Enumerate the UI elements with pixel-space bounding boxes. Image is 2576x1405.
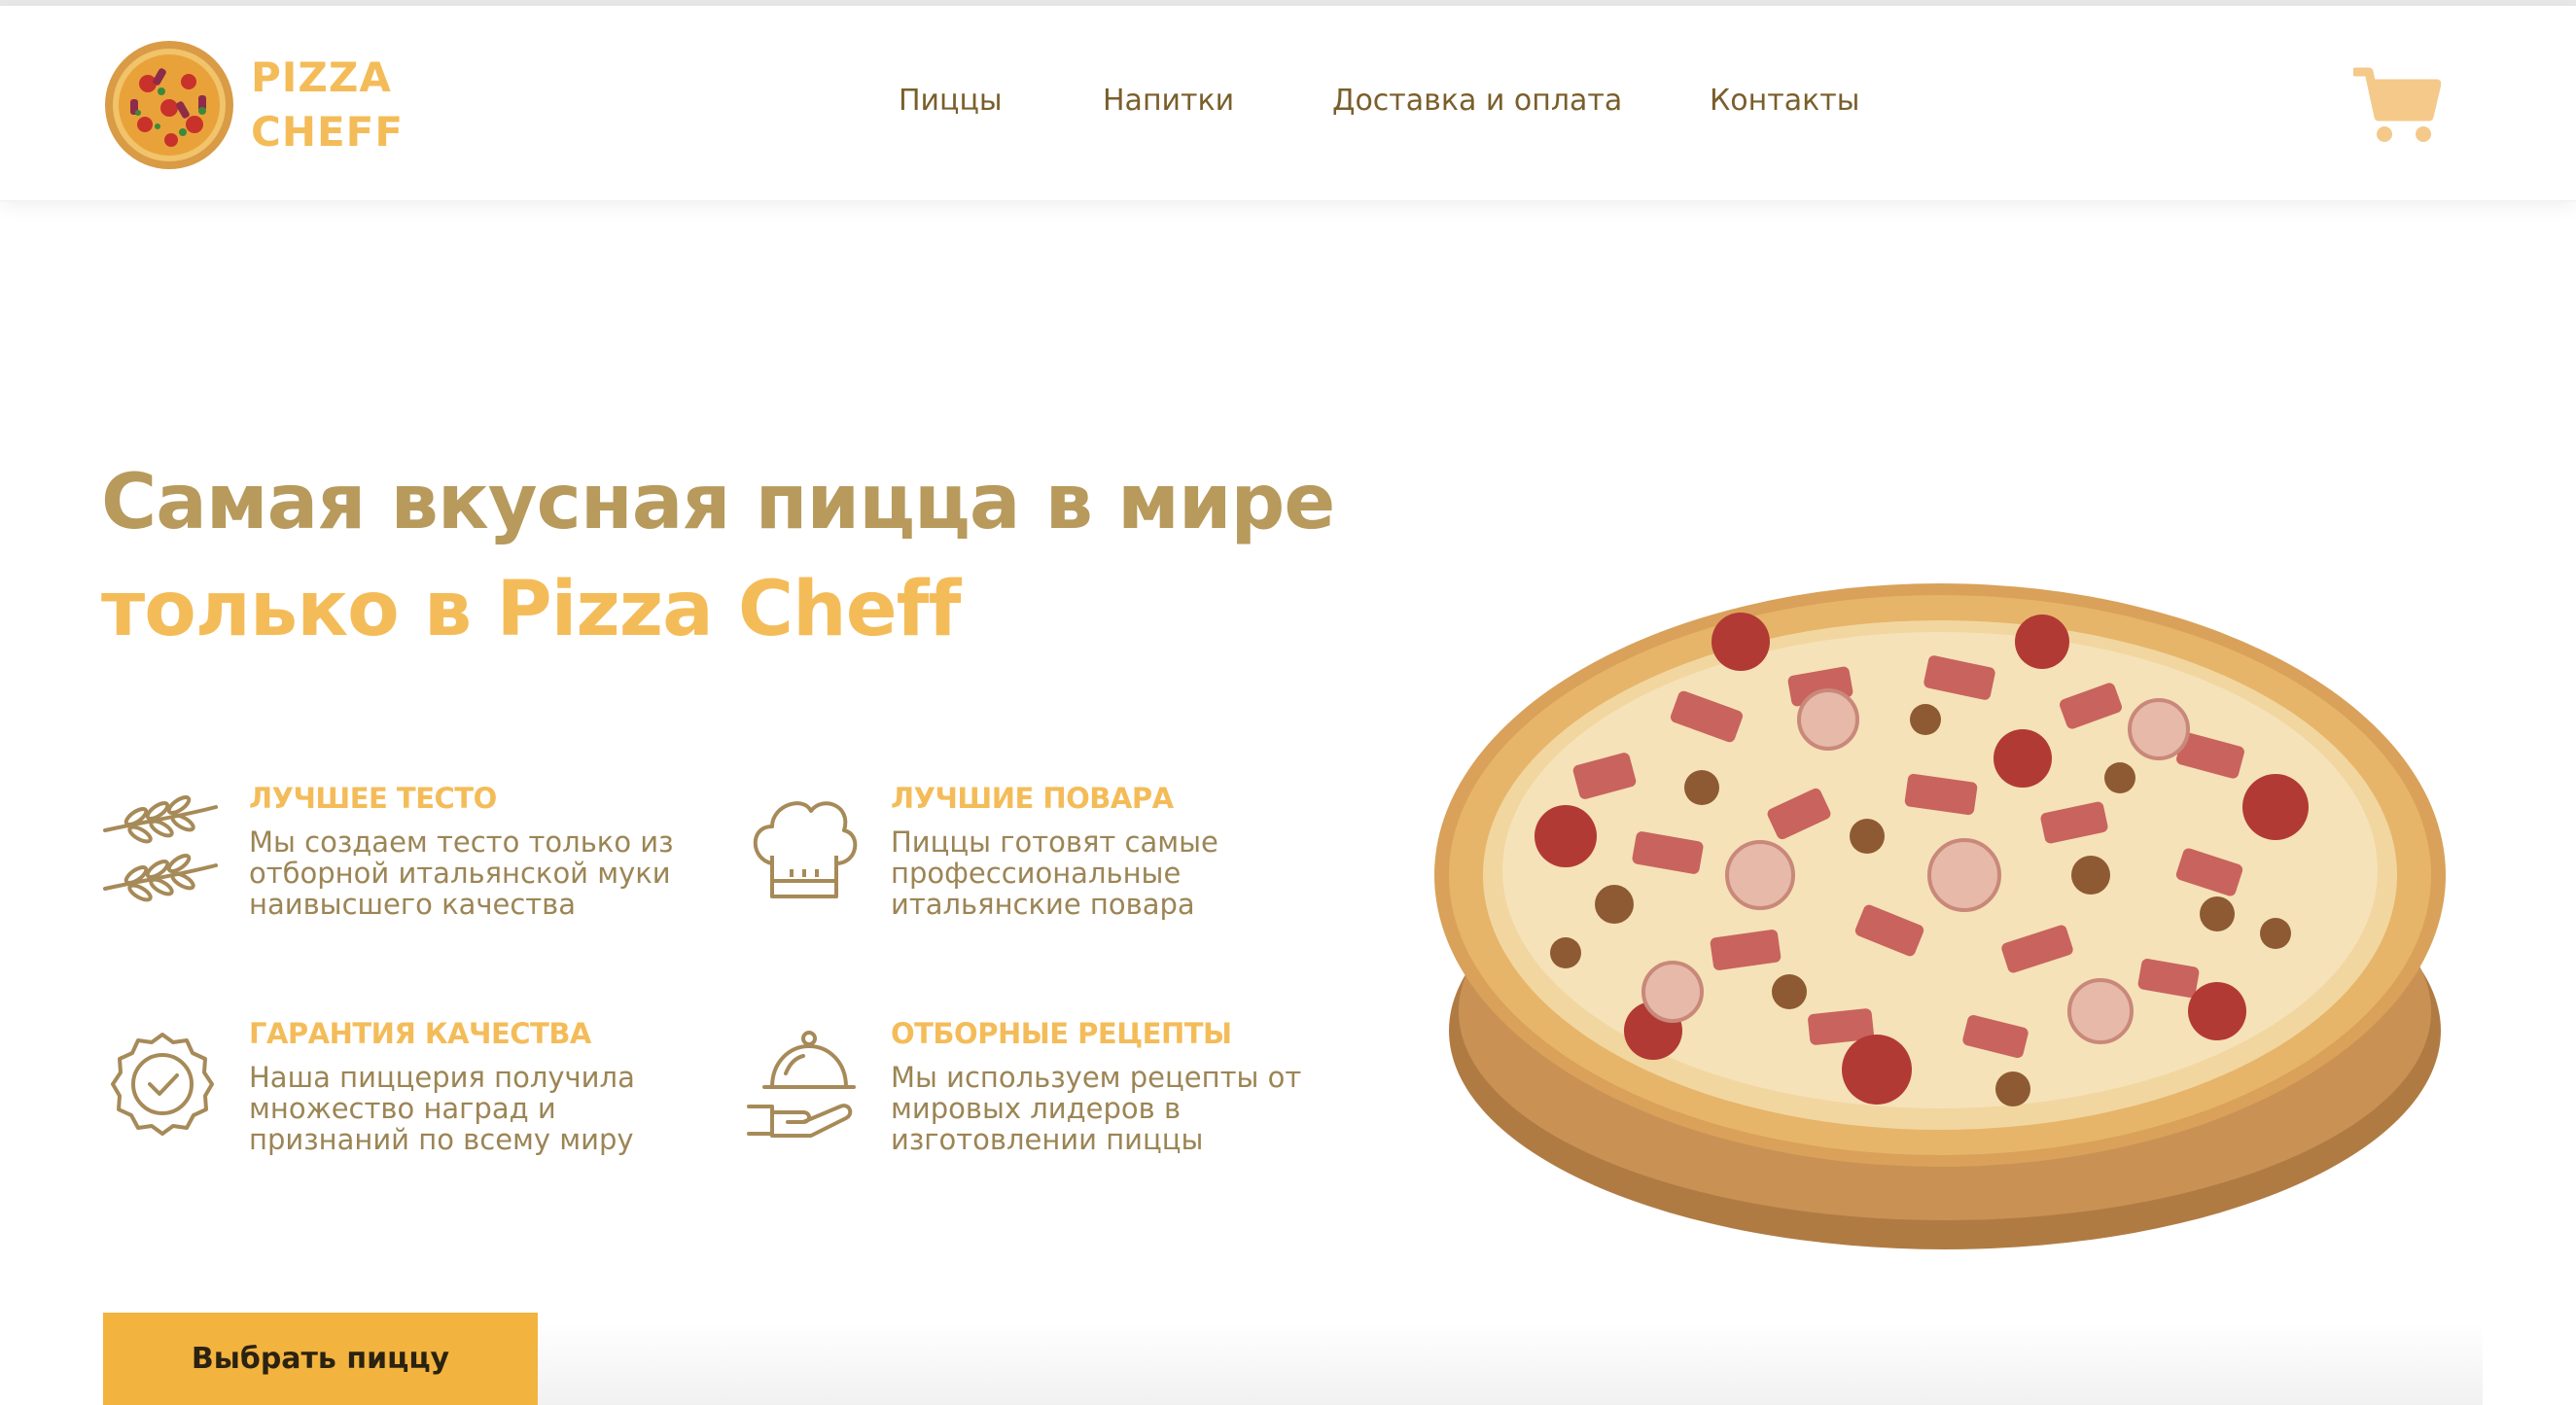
feature-best-dough: ЛУЧШЕЕ ТЕСТО Мы создаем тесто только из … xyxy=(101,782,685,953)
feature-text: Наша пиццерия получила множество наград … xyxy=(249,1061,635,1156)
hero-title-line2: только в Pizza Cheff xyxy=(101,566,961,653)
quality-badge-icon xyxy=(111,1033,214,1136)
feature-title: ОТБОРНЫЕ РЕЦЕПТЫ xyxy=(891,1017,1232,1050)
nav-item-delivery[interactable]: Доставка и оплата xyxy=(1332,84,1622,118)
nav-item-pizzas[interactable]: Пиццы xyxy=(899,84,1003,118)
nav-item-contacts[interactable]: Контакты xyxy=(1710,84,1859,118)
feature-text: Мы используем рецепты от мировых лидеров… xyxy=(891,1061,1302,1156)
choose-pizza-button[interactable]: Выбрать пиццу xyxy=(103,1313,538,1405)
bottom-fade xyxy=(538,1322,2483,1405)
feature-title: ЛУЧШИЕ ПОВАРА xyxy=(891,782,1174,815)
feature-select-recipes: ОТБОРНЫЕ РЕЦЕПТЫ Мы используем рецепты о… xyxy=(743,1017,1326,1188)
wheat-icon xyxy=(103,794,218,902)
cart-icon[interactable] xyxy=(2353,64,2441,146)
feature-title: ЛУЧШЕЕ ТЕСТО xyxy=(249,782,497,815)
feature-quality-guarantee: ГАРАНТИЯ КАЧЕСТВА Наша пиццерия получила… xyxy=(101,1017,685,1188)
site-header: PIZZA CHEFF Пиццы Напитки Доставка и опл… xyxy=(0,6,2576,201)
cloche-icon xyxy=(747,1031,856,1138)
nav-item-drinks[interactable]: Напитки xyxy=(1103,84,1234,118)
hero-title-line1: Самая вкусная пицца в мире xyxy=(101,459,1335,546)
logo[interactable]: PIZZA CHEFF xyxy=(101,33,412,179)
feature-best-chefs: ЛУЧШИЕ ПОВАРА Пиццы готовят самые профес… xyxy=(743,782,1326,953)
brand-wordmark: PIZZA CHEFF xyxy=(251,51,404,159)
pizza-logo-icon xyxy=(105,41,233,169)
hero-title: Самая вкусная пицца в мире только в Pizz… xyxy=(101,449,1335,663)
pizza-image xyxy=(1434,583,2446,1249)
brand-line2: CHEFF xyxy=(251,108,405,156)
chef-hat-icon xyxy=(753,801,858,898)
feature-title: ГАРАНТИЯ КАЧЕСТВА xyxy=(249,1017,591,1050)
feature-text: Пиццы готовят самые профессиональные ита… xyxy=(891,825,1218,921)
brand-line1: PIZZA xyxy=(251,53,392,101)
feature-text: Мы создаем тесто только из отборной итал… xyxy=(249,825,674,921)
